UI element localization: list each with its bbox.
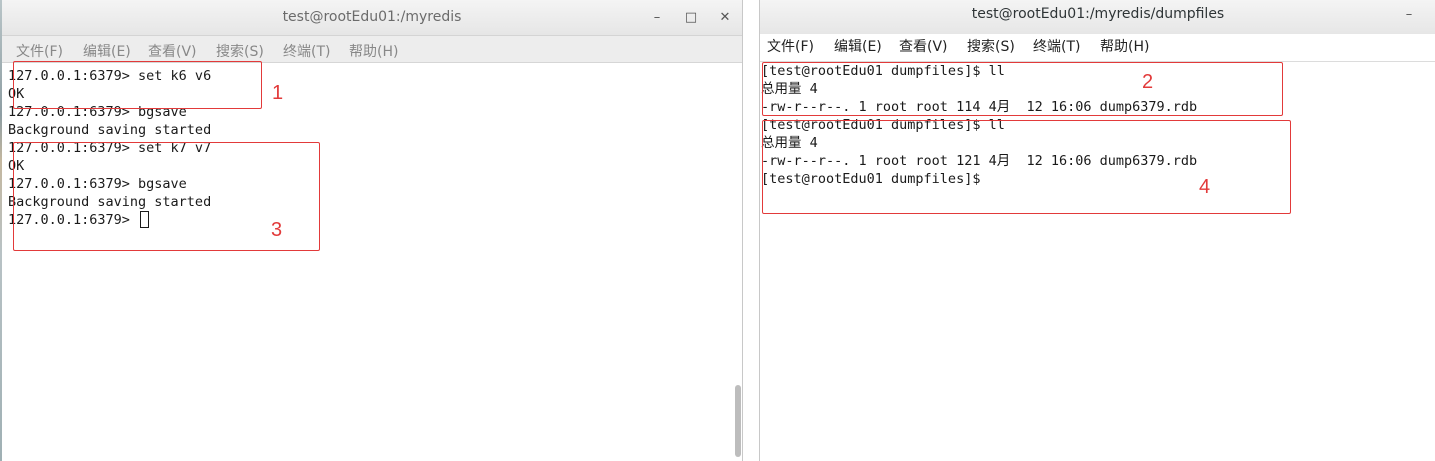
menu-bar: 文件(F) 编辑(E) 查看(V) 搜索(S) 终端(T) 帮助(H): [760, 34, 1435, 62]
window-title: test@rootEdu01:/myredis: [282, 9, 462, 25]
title-bar[interactable]: test@rootEdu01:/myredis/dumpfiles –: [760, 0, 1435, 36]
menu-file[interactable]: 文件(F): [16, 41, 63, 61]
menu-search[interactable]: 搜索(S): [967, 36, 1015, 56]
menu-search[interactable]: 搜索(S): [216, 41, 264, 61]
menu-file[interactable]: 文件(F): [767, 36, 814, 56]
terminal-line: Background saving started: [8, 122, 212, 138]
menu-edit[interactable]: 编辑(E): [834, 36, 882, 56]
menu-view[interactable]: 查看(V): [148, 41, 197, 61]
menu-help[interactable]: 帮助(H): [1100, 36, 1149, 56]
window-title: test@rootEdu01:/myredis/dumpfiles: [971, 6, 1225, 22]
title-bar[interactable]: test@rootEdu01:/myredis – □ ✕: [2, 0, 742, 36]
close-button[interactable]: ✕: [716, 9, 734, 27]
annotation-box-1: [13, 61, 262, 109]
menu-bar: 文件(F) 编辑(E) 查看(V) 搜索(S) 终端(T) 帮助(H): [2, 36, 742, 63]
annotation-box-4: [762, 120, 1291, 214]
annotation-label-1: 1: [272, 82, 284, 104]
annotation-label-2: 2: [1142, 71, 1154, 93]
menu-terminal[interactable]: 终端(T): [1033, 36, 1080, 56]
menu-edit[interactable]: 编辑(E): [83, 41, 131, 61]
terminal-output[interactable]: 127.0.0.1:6379> set k6 v6 OK 127.0.0.1:6…: [2, 63, 742, 461]
minimize-button[interactable]: –: [1400, 6, 1418, 24]
maximize-button[interactable]: □: [682, 9, 700, 27]
menu-view[interactable]: 查看(V): [899, 36, 948, 56]
menu-help[interactable]: 帮助(H): [349, 41, 398, 61]
window-gap: [743, 0, 758, 461]
annotation-label-3: 3: [271, 219, 283, 241]
menu-terminal[interactable]: 终端(T): [283, 41, 330, 61]
scrollbar-thumb[interactable]: [735, 385, 741, 457]
minimize-button[interactable]: –: [648, 9, 666, 27]
annotation-label-4: 4: [1199, 176, 1211, 198]
annotation-box-2: [762, 62, 1283, 116]
